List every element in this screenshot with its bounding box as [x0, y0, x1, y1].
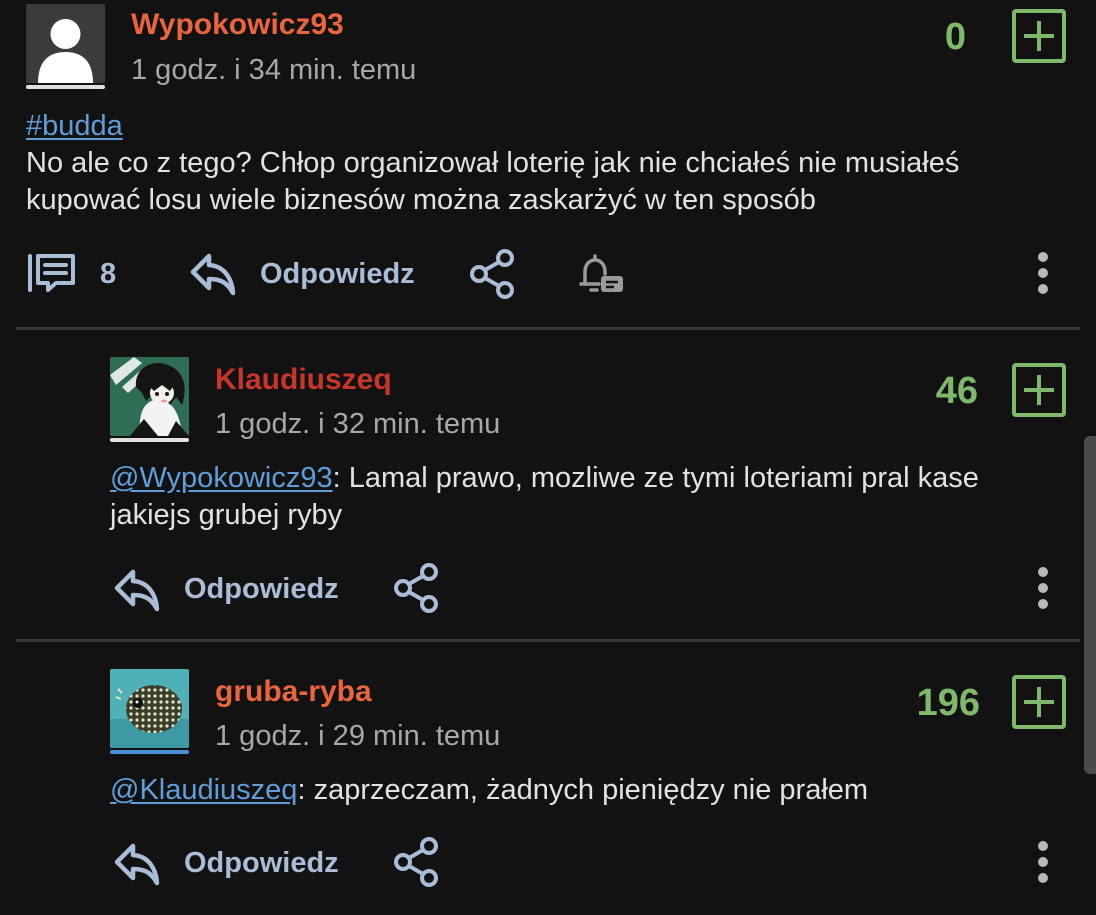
avatar-underline: [26, 85, 105, 89]
vote-count: 0: [944, 16, 966, 58]
comment-thread: Wypokowicz93 1 godz. i 34 min. temu 0 #b…: [0, 0, 1096, 915]
more-options-icon[interactable]: [1036, 566, 1050, 610]
pufferfish-avatar-icon: [110, 669, 189, 748]
post-time: 1 godz. i 29 min. temu: [215, 720, 501, 752]
vote-count: 196: [916, 682, 980, 724]
anime-avatar-icon: [110, 357, 189, 436]
author-name[interactable]: Wypokowicz93: [131, 8, 344, 42]
more-options-icon[interactable]: [1036, 251, 1050, 295]
reply-comment: gruba-ryba 1 godz. i 29 min. temu 196 @K…: [0, 642, 1096, 915]
post-time: 1 godz. i 34 min. temu: [131, 54, 417, 86]
avatar[interactable]: [26, 4, 105, 83]
reply-button[interactable]: Odpowiedz: [184, 847, 339, 880]
post-text: No ale co z tego? Chłop organizował lote…: [26, 147, 960, 216]
avatar-underline: [110, 750, 189, 754]
share-icon[interactable]: [393, 563, 441, 613]
reply-icon[interactable]: [113, 566, 161, 612]
post-content: #budda No ale co z tego? Chłop organizow…: [26, 108, 1046, 219]
avatar-underline: [110, 438, 189, 442]
upvote-button[interactable]: [1012, 363, 1066, 417]
comments-icon[interactable]: [26, 252, 78, 294]
mention-link[interactable]: @Wypokowicz93: [110, 462, 333, 494]
comment-text: : zaprzeczam, żadnych pieniędzy nie prał…: [297, 774, 869, 806]
comment-content: @Klaudiuszeq: zaprzeczam, żadnych pienię…: [110, 772, 1060, 809]
default-avatar-icon: [38, 19, 93, 83]
main-post: Wypokowicz93 1 godz. i 34 min. temu 0 #b…: [0, 0, 1096, 330]
scrollbar[interactable]: [1084, 436, 1096, 774]
reply-icon[interactable]: [189, 250, 237, 296]
upvote-button[interactable]: [1012, 9, 1066, 63]
vote-count: 46: [935, 370, 978, 412]
avatar[interactable]: [110, 357, 189, 436]
post-time: 1 godz. i 32 min. temu: [215, 408, 501, 440]
reply-comment: Klaudiuszeq 1 godz. i 32 min. temu 46 @W…: [0, 330, 1096, 640]
more-options-icon[interactable]: [1036, 840, 1050, 884]
reply-button[interactable]: Odpowiedz: [260, 258, 415, 291]
reply-icon[interactable]: [113, 840, 161, 886]
share-icon[interactable]: [469, 249, 517, 299]
upvote-button[interactable]: [1012, 675, 1066, 729]
comment-content: @Wypokowicz93: Lamal prawo, mozliwe ze t…: [110, 460, 1060, 534]
tag-link[interactable]: #budda: [26, 110, 123, 142]
share-icon[interactable]: [393, 837, 441, 887]
reply-button[interactable]: Odpowiedz: [184, 573, 339, 606]
mention-link[interactable]: @Klaudiuszeq: [110, 774, 297, 806]
notification-bell-icon[interactable]: [577, 252, 625, 298]
author-name[interactable]: gruba-ryba: [215, 675, 372, 709]
author-name[interactable]: Klaudiuszeq: [215, 363, 392, 397]
comment-count[interactable]: 8: [100, 258, 116, 291]
avatar[interactable]: [110, 669, 189, 748]
